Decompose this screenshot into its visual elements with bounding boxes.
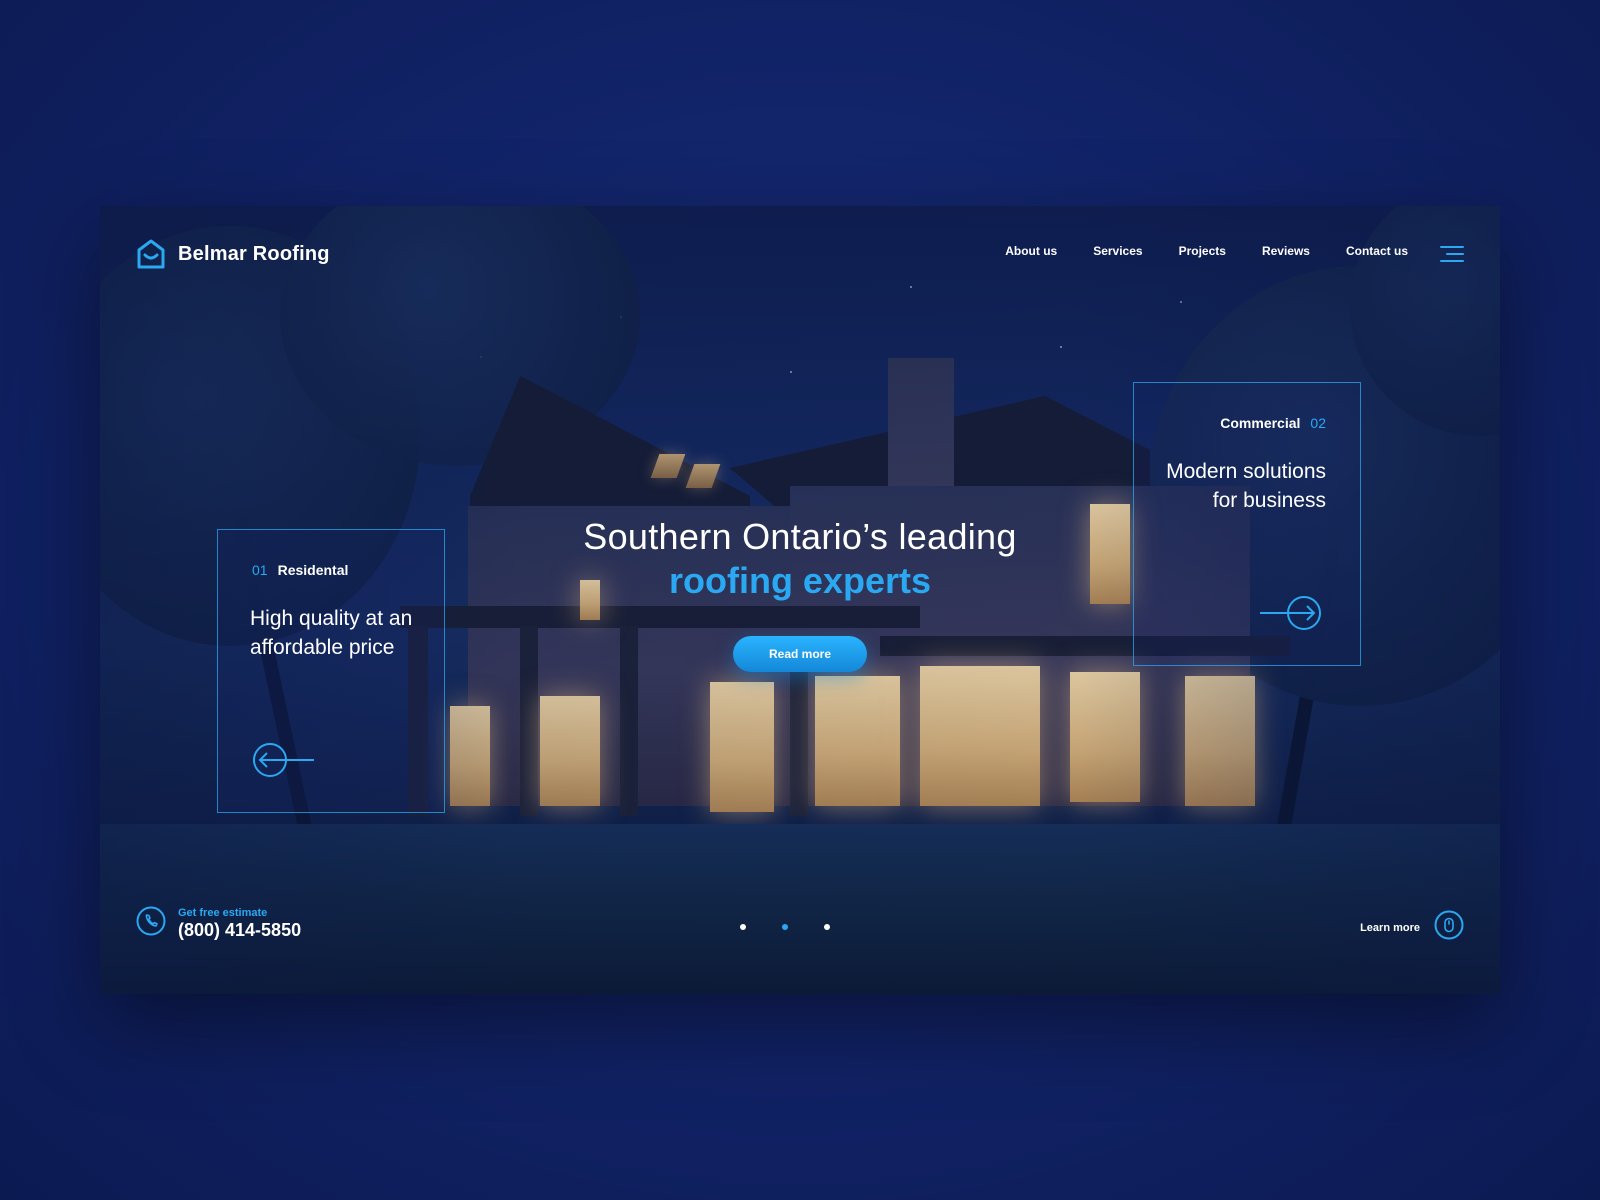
- main-nav: About us Services Projects Reviews Conta…: [1005, 244, 1408, 258]
- nav-contact-us[interactable]: Contact us: [1346, 244, 1408, 258]
- residential-card: 01 Residental High quality at an afforda…: [217, 529, 445, 813]
- nav-services[interactable]: Services: [1093, 244, 1142, 258]
- nav-reviews[interactable]: Reviews: [1262, 244, 1310, 258]
- mouse-scroll-icon: [1434, 910, 1464, 945]
- phone-label: Get free estimate: [178, 906, 268, 919]
- nav-projects[interactable]: Projects: [1179, 244, 1226, 258]
- slider-pagination: [740, 924, 830, 930]
- card-title: Modern solutions for business: [1166, 460, 1326, 512]
- phone-number[interactable]: (800) 414-5850: [178, 920, 301, 941]
- card-number: 02: [1310, 415, 1326, 431]
- card-title: High quality at an affordable price: [250, 607, 413, 659]
- phone-contact[interactable]: Get free estimate (800) 414-5850: [136, 906, 301, 941]
- arrow-right-icon[interactable]: [1256, 595, 1322, 631]
- slide-dot-2[interactable]: [782, 924, 788, 930]
- commercial-card: Commercial 02 Modern solutions for busin…: [1133, 382, 1361, 666]
- arrow-left-icon[interactable]: [252, 742, 318, 778]
- brand-name: Belmar Roofing: [178, 242, 330, 265]
- card-label: Commercial: [1220, 415, 1301, 431]
- slide-dot-1[interactable]: [740, 924, 746, 930]
- slide-dot-3[interactable]: [824, 924, 830, 930]
- phone-icon: [136, 906, 166, 941]
- card-label: Residental: [277, 562, 349, 578]
- learn-more-link[interactable]: Learn more: [1360, 910, 1464, 945]
- card-tag: Commercial 02: [1220, 415, 1326, 431]
- house-logo-icon: [136, 238, 166, 270]
- nav-about-us[interactable]: About us: [1005, 244, 1057, 258]
- card-number: 01: [252, 562, 268, 578]
- brand-logo[interactable]: Belmar Roofing: [136, 238, 330, 270]
- read-more-button[interactable]: Read more: [733, 636, 867, 672]
- learn-more-label: Learn more: [1360, 921, 1420, 934]
- card-tag: 01 Residental: [252, 562, 348, 578]
- landing-page: Belmar Roofing About us Services Project…: [100, 206, 1500, 994]
- menu-icon[interactable]: [1440, 246, 1464, 262]
